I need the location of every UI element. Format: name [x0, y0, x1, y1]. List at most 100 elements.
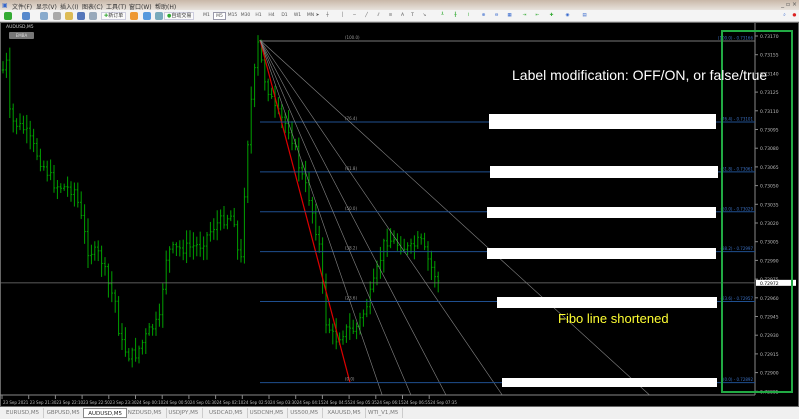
chart-tab[interactable]: USDJPY,M5 — [164, 408, 204, 418]
chart-tab[interactable]: EURUSD,M5 — [2, 408, 45, 418]
price-bar — [413, 235, 416, 260]
price-bar — [66, 176, 69, 197]
price-bar — [433, 261, 436, 288]
fibo-fan-label: (0.0) — [345, 377, 355, 382]
price-bar — [18, 113, 22, 131]
time-tick-label: 24 Sep 06:15 — [377, 400, 404, 405]
price-tick-label: 0.72915 — [760, 352, 779, 358]
time-tick-label: 23 Sep 22:50 — [83, 400, 110, 405]
chart-canvas[interactable]: 0.731700.731550.731400.731250.731100.730… — [0, 0, 799, 419]
time-tick-label: 24 Sep 05:35 — [350, 400, 377, 405]
price-bar — [35, 138, 39, 161]
price-tick-label: 0.72930 — [760, 333, 779, 339]
price-bar — [226, 214, 229, 230]
price-bar — [171, 241, 175, 254]
price-tick-label: 0.73125 — [760, 90, 779, 96]
fibo-price-label: (23.6) - 0.72957 — [720, 296, 753, 301]
fibo-fan-label: (38.2) — [345, 246, 357, 251]
price-bar — [318, 225, 321, 253]
price-bar — [209, 221, 212, 242]
chart-tab[interactable]: WTI_V1,M5 — [364, 408, 404, 418]
price-bar — [148, 322, 151, 336]
price-bar — [372, 268, 375, 293]
price-bar — [22, 115, 25, 134]
chart-tab[interactable]: GBPUSD,M5 — [43, 408, 85, 418]
time-tick-label: 24 Sep 02:10 — [217, 400, 244, 405]
price-bar — [382, 238, 385, 273]
price-bar — [267, 78, 270, 102]
price-bar — [239, 238, 243, 263]
price-bar — [168, 246, 171, 273]
time-tick-label: 23 Sep 2021 — [3, 400, 29, 405]
price-bar — [97, 240, 100, 262]
price-bar — [423, 232, 426, 251]
price-bar — [256, 35, 260, 76]
fibo-label-cover-box — [502, 378, 717, 387]
price-bar — [219, 209, 222, 231]
chart-tab[interactable]: USDCAD,M5 — [205, 408, 248, 418]
price-bar — [83, 204, 86, 244]
price-bar — [216, 210, 219, 241]
price-bar — [80, 191, 83, 220]
price-bar — [192, 232, 195, 260]
time-tick-label: 23 Sep 21:30 — [30, 400, 57, 405]
price-bar — [297, 137, 300, 182]
price-bar — [151, 323, 154, 336]
price-bar — [93, 241, 96, 261]
chart-tab[interactable]: USDCNH,M5 — [246, 408, 289, 418]
price-bar — [103, 257, 107, 276]
price-bar — [420, 233, 423, 245]
price-bar — [110, 271, 113, 303]
time-tick-label: 24 Sep 03:30 — [270, 400, 297, 405]
fibo-fan-label: (50.0) — [345, 206, 357, 211]
price-bar — [52, 164, 56, 193]
price-bar — [90, 244, 93, 265]
price-tick-label: 0.72960 — [760, 296, 779, 302]
price-bar — [355, 322, 358, 340]
price-bar — [141, 339, 144, 355]
price-bar — [222, 205, 226, 229]
fibo-fan-label: (61.8) — [345, 166, 357, 171]
price-tick-label: 0.73035 — [760, 202, 779, 208]
price-bar — [202, 236, 205, 261]
fibo-price-label: (100.0) - 0.73166 — [718, 35, 754, 40]
price-bar — [416, 231, 419, 249]
price-tick-label: 0.73080 — [760, 146, 779, 152]
chart-tab[interactable]: NZDUSD,M5 — [124, 408, 167, 418]
price-bar — [8, 47, 11, 119]
price-bar — [253, 63, 256, 108]
chart-tabs: EURUSD,M5 GBPUSD,M5 AUDUSD,M5 NZDUSD,M5 USDJ… — [0, 407, 799, 419]
time-tick-label: 24 Sep 04:15 — [297, 400, 324, 405]
price-tick-label: 0.72945 — [760, 315, 779, 321]
price-bar — [100, 245, 103, 277]
chart-tab[interactable]: US500,M5 — [286, 408, 324, 418]
price-bar — [188, 230, 192, 258]
price-bar — [233, 207, 236, 228]
price-bar — [42, 160, 45, 171]
price-bar — [124, 327, 127, 357]
chart-tab[interactable]: XAUUSD,M5 — [323, 408, 366, 418]
price-bar — [117, 296, 120, 336]
fibo-price-label: (76.4) - 0.73101 — [720, 117, 753, 122]
price-bar — [120, 323, 124, 350]
price-tick-label: 0.73170 — [760, 34, 779, 40]
annotation-fibo-shortened: Fibo line shortened — [558, 311, 669, 326]
price-bar — [406, 242, 409, 256]
time-tick-label: 24 Sep 04:55 — [323, 400, 350, 405]
chart-tab[interactable]: AUDUSD,M5 — [83, 408, 127, 418]
fibo-fan-label: (23.6) — [345, 296, 357, 301]
price-bar — [73, 182, 76, 207]
fibo-fan-line — [259, 39, 447, 396]
price-bar — [59, 183, 62, 193]
price-bar — [63, 183, 66, 191]
price-tick-label: 0.73095 — [760, 128, 779, 134]
price-bar — [76, 182, 79, 208]
price-bar — [69, 181, 73, 202]
price-tick-label: 0.73020 — [760, 221, 779, 227]
price-bar — [199, 231, 202, 257]
time-tick-label: 24 Sep 07:35 — [430, 400, 457, 405]
price-bar — [314, 203, 317, 241]
price-bar — [437, 271, 440, 293]
price-bar — [243, 187, 246, 264]
time-tick-label: 24 Sep 02:50 — [243, 400, 270, 405]
